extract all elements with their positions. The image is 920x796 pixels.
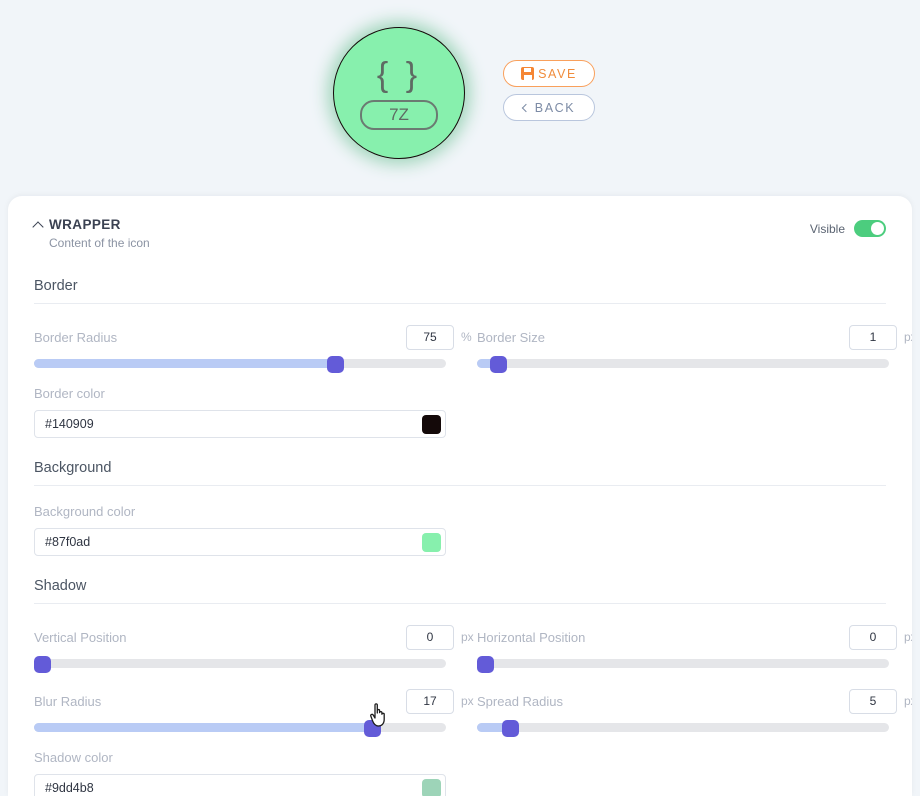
field-spread-radius: Spread Radius px: [477, 668, 912, 732]
slider-thumb[interactable]: [490, 356, 507, 373]
chevron-left-icon: [522, 103, 530, 111]
blur-radius-unit: px: [461, 694, 477, 708]
border-color-label: Border color: [34, 386, 886, 401]
border-color-swatch[interactable]: [422, 415, 441, 434]
background-color-swatch[interactable]: [422, 533, 441, 552]
visible-label: Visible: [810, 222, 845, 236]
border-size-input[interactable]: [849, 325, 897, 350]
border-size-unit: px: [904, 330, 912, 344]
horizontal-position-input[interactable]: [849, 625, 897, 650]
horizontal-position-slider[interactable]: [477, 659, 889, 668]
section-title-border: Border: [34, 278, 886, 304]
shadow-fields-grid: Vertical Position px Horizontal Position…: [34, 604, 886, 732]
blur-radius-label: Blur Radius: [34, 694, 101, 709]
vertical-position-input[interactable]: [406, 625, 454, 650]
shadow-color-row[interactable]: [34, 774, 446, 796]
icon-preview-strip: { } 7Z SAVE BACK: [0, 0, 920, 196]
visible-control: Visible: [810, 217, 886, 237]
chevron-up-icon[interactable]: [32, 221, 43, 232]
border-color-input[interactable]: [45, 417, 385, 431]
shadow-color-input[interactable]: [45, 781, 385, 795]
slider-fill: [34, 723, 372, 732]
border-radius-slider[interactable]: [34, 359, 446, 368]
border-radius-input[interactable]: [406, 325, 454, 350]
border-size-label: Border Size: [477, 330, 545, 345]
slider-track: [477, 359, 889, 368]
field-border-radius: Border Radius %: [34, 304, 477, 368]
icon-preview-container: { } 7Z: [333, 27, 465, 159]
field-border-size: Border Size px: [477, 304, 912, 368]
back-button-label: BACK: [535, 101, 575, 115]
field-horizontal-position: Horizontal Position px: [477, 604, 912, 668]
slider-thumb[interactable]: [34, 656, 51, 673]
field-blur-radius: Blur Radius px: [34, 668, 477, 732]
slider-thumb[interactable]: [364, 720, 381, 737]
shadow-color-label: Shadow color: [34, 750, 886, 765]
panel-subtitle: Content of the icon: [49, 236, 150, 250]
field-background-color: Background color: [34, 486, 886, 556]
background-color-row[interactable]: [34, 528, 446, 556]
border-size-slider[interactable]: [477, 359, 889, 368]
save-button-label: SAVE: [538, 67, 577, 81]
panel-header: WRAPPER Content of the icon Visible: [34, 196, 886, 258]
background-color-input[interactable]: [45, 535, 385, 549]
slider-track: [477, 659, 889, 668]
blur-radius-slider[interactable]: [34, 723, 446, 732]
background-color-label: Background color: [34, 504, 886, 519]
icon-badge-label: 7Z: [360, 100, 438, 131]
field-shadow-color: Shadow color: [34, 732, 886, 796]
slider-thumb[interactable]: [327, 356, 344, 373]
slider-thumb[interactable]: [502, 720, 519, 737]
vertical-position-slider[interactable]: [34, 659, 446, 668]
action-buttons: SAVE BACK: [503, 60, 595, 121]
border-radius-label: Border Radius: [34, 330, 117, 345]
field-vertical-position: Vertical Position px: [34, 604, 477, 668]
spread-radius-unit: px: [904, 694, 912, 708]
panel-title-block[interactable]: WRAPPER Content of the icon: [34, 217, 150, 250]
border-radius-unit: %: [461, 330, 477, 344]
visible-toggle[interactable]: [854, 220, 886, 237]
braces-icon: { }: [377, 58, 421, 92]
back-button[interactable]: BACK: [503, 94, 595, 121]
settings-panel: WRAPPER Content of the icon Visible Bord…: [8, 196, 912, 796]
border-color-row[interactable]: [34, 410, 446, 438]
spread-radius-slider[interactable]: [477, 723, 889, 732]
slider-fill: [34, 359, 335, 368]
floppy-disk-icon: [521, 67, 534, 80]
slider-track: [34, 659, 446, 668]
save-button[interactable]: SAVE: [503, 60, 595, 87]
horizontal-position-unit: px: [904, 630, 912, 644]
vertical-position-label: Vertical Position: [34, 630, 127, 645]
horizontal-position-label: Horizontal Position: [477, 630, 585, 645]
spread-radius-input[interactable]: [849, 689, 897, 714]
blur-radius-input[interactable]: [406, 689, 454, 714]
spread-radius-label: Spread Radius: [477, 694, 563, 709]
slider-track: [477, 723, 889, 732]
shadow-color-swatch[interactable]: [422, 779, 441, 796]
icon-preview: { } 7Z: [333, 27, 465, 159]
section-title-background: Background: [34, 460, 886, 486]
field-border-color: Border color: [34, 368, 886, 438]
slider-thumb[interactable]: [477, 656, 494, 673]
border-fields-grid: Border Radius % Border Size px: [34, 304, 886, 368]
page-title: WRAPPER: [49, 217, 150, 233]
vertical-position-unit: px: [461, 630, 477, 644]
section-title-shadow: Shadow: [34, 578, 886, 604]
